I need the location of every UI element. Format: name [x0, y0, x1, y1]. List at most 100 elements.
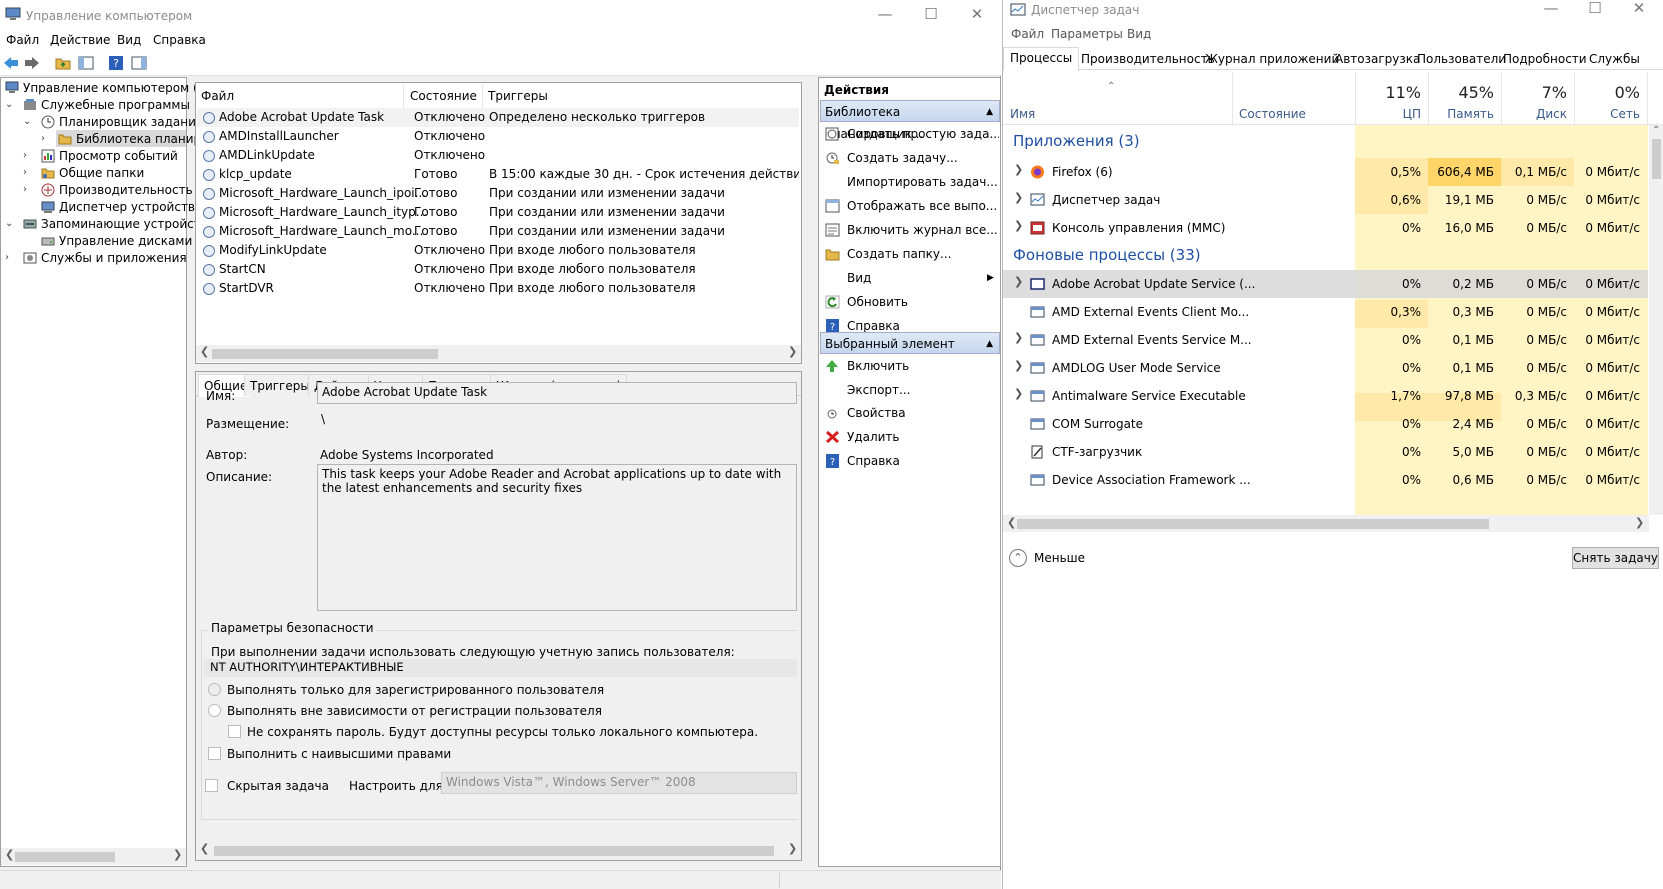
scroll-right-icon[interactable]: ❯ [788, 842, 797, 855]
process-row[interactable]: COM Surrogate 0% 2,4 МБ 0 МБ/с 0 Мбит/с [1003, 410, 1648, 438]
column-name[interactable]: Имя [1010, 107, 1035, 121]
section-scheduler-library[interactable]: Библиотека планировщик... ▲ [820, 100, 1000, 141]
menu-file[interactable]: Файл [1011, 27, 1044, 41]
tree-item-computer-management[interactable]: Управление компьютером (л [3, 79, 205, 97]
table-row[interactable]: StartCN Отключено При входе любого пользов… [197, 260, 799, 279]
action-new-folder[interactable]: Создать папку... [819, 243, 999, 265]
scroll-left-icon[interactable]: ❮ [5, 848, 14, 861]
menu-action[interactable]: Действие [50, 33, 110, 47]
scroll-up-icon[interactable]: ⌃ [1652, 125, 1660, 136]
radio-whether-logged-on[interactable] [208, 704, 221, 717]
scroll-left-icon[interactable]: ❮ [1007, 516, 1016, 529]
scroll-right-icon[interactable]: ❯ [173, 848, 182, 861]
action-properties[interactable]: Свойства [819, 402, 999, 424]
table-row[interactable]: Adobe Acrobat Update Task Отключено Опреде… [197, 108, 799, 127]
menu-view[interactable]: Вид [1127, 27, 1151, 41]
name-field[interactable]: Adobe Acrobat Update Task [317, 382, 797, 404]
tab-services[interactable]: Службы [1583, 49, 1646, 70]
show-tree-icon[interactable] [78, 55, 94, 71]
chevron-down-icon[interactable]: ⌄ [5, 215, 17, 233]
configure-for-select[interactable]: Windows Vista™, Windows Server™ 2008 [441, 772, 797, 794]
process-row[interactable]: ❯ Диспетчер задач 0,6% 19,1 МБ 0 МБ/с 0 … [1003, 186, 1648, 214]
column-header-state[interactable]: Состояние [410, 89, 477, 103]
action-view[interactable]: Вид ▶ [819, 267, 999, 289]
process-row[interactable]: ❯ Antimalware Service Executable 1,7% 97… [1003, 382, 1648, 410]
tree-item-shared-folders[interactable]: › Общие папки [3, 164, 185, 182]
process-row[interactable]: ❯ Консоль управления (MMC) 0% 16,0 МБ 0 … [1003, 214, 1648, 242]
column-memory[interactable]: Память [1428, 107, 1494, 121]
scroll-left-icon[interactable]: ❮ [200, 345, 209, 358]
column-status[interactable]: Состояние [1239, 107, 1306, 121]
scroll-thumb[interactable] [1652, 139, 1661, 179]
back-arrow-icon[interactable] [3, 56, 19, 70]
action-show-running-tasks[interactable]: Отображать все выпо... [819, 195, 999, 217]
action-create-basic-task[interactable]: Создать простую зада... [819, 123, 999, 145]
fewer-details-icon[interactable]: ⌃ [1009, 549, 1027, 567]
chevron-right-icon[interactable]: ❯ [1014, 219, 1023, 232]
maximize-button[interactable]: ☐ [1572, 0, 1618, 21]
tab-app-history[interactable]: Журнал приложений [1199, 49, 1345, 70]
tree-item-utilities[interactable]: ⌄ Служебные программы [3, 96, 190, 114]
table-row[interactable]: AMDInstallLauncher Отключено [197, 127, 799, 146]
details-hscrollbar[interactable]: ❮ ❯ [196, 842, 801, 859]
maximize-button[interactable]: ☐ [908, 0, 954, 31]
tree-item-device-manager[interactable]: Диспетчер устройств [3, 198, 195, 216]
minimize-button[interactable]: — [1528, 0, 1574, 21]
tab-processes[interactable]: Процессы [1003, 47, 1080, 71]
close-button[interactable]: ✕ [1616, 0, 1662, 21]
menu-options[interactable]: Параметры [1051, 27, 1123, 41]
close-button[interactable]: ✕ [954, 0, 1000, 31]
column-disk[interactable]: Диск [1501, 107, 1567, 121]
table-row[interactable]: klcp_update Готово В 15:00 каждые 30 дн. -… [197, 165, 799, 184]
action-delete[interactable]: Удалить [819, 426, 999, 448]
chevron-down-icon[interactable]: ⌄ [23, 113, 35, 131]
radio-whether-logged-on-label[interactable]: Выполнять вне зависимости от регистрации… [227, 704, 602, 718]
chevron-right-icon[interactable]: › [23, 164, 35, 182]
tree-item-scheduler-library[interactable]: › Библиотека планир [3, 130, 201, 148]
up-folder-icon[interactable] [55, 55, 71, 71]
process-row[interactable]: ❯ AMD External Events Service M... 0% 0,… [1003, 326, 1648, 354]
table-row[interactable]: Microsoft_Hardware_Launch_ityp... Готово П… [197, 203, 799, 222]
chevron-right-icon[interactable]: › [5, 249, 17, 267]
chevron-right-icon[interactable]: ❯ [1014, 387, 1023, 400]
table-row[interactable]: AMDLinkUpdate Отключено [197, 146, 799, 165]
minimize-button[interactable]: — [862, 0, 908, 31]
radio-logged-on-only[interactable] [208, 683, 221, 696]
chevron-right-icon[interactable]: ❯ [1014, 163, 1023, 176]
tab-triggers[interactable]: Триггеры [244, 374, 316, 396]
checkbox-hidden-label[interactable]: Скрытая задача [227, 779, 329, 793]
group-background[interactable]: Фоновые процессы (33) [1013, 246, 1201, 264]
column-header-triggers[interactable]: Триггеры [488, 89, 548, 103]
column-header-file[interactable]: Файл [201, 89, 234, 103]
scroll-right-icon[interactable]: ❯ [1635, 516, 1644, 529]
chevron-right-icon[interactable]: › [23, 181, 35, 199]
action-enable[interactable]: Включить [819, 355, 999, 377]
chevron-right-icon[interactable]: ❯ [1014, 275, 1023, 288]
scroll-thumb[interactable] [1017, 519, 1489, 529]
process-row[interactable]: CTF-загрузчик 0% 5,0 МБ 0 МБ/с 0 Мбит/с [1003, 438, 1648, 466]
tree-item-disk-management[interactable]: Управление дисками [3, 232, 192, 250]
tree-item-task-scheduler[interactable]: ⌄ Планировщик заданий [3, 113, 204, 131]
tab-details[interactable]: Подробности [1497, 49, 1593, 70]
chevron-right-icon[interactable]: ❯ [1014, 331, 1023, 344]
collapse-up-icon[interactable]: ▲ [986, 333, 993, 355]
checkbox-do-not-store-password[interactable] [228, 725, 241, 738]
action-export[interactable]: Экспорт... [819, 379, 999, 401]
tree-item-storage[interactable]: ⌄ Запоминающие устройст [3, 215, 201, 233]
show-actions-icon[interactable] [131, 55, 147, 71]
table-row[interactable]: StartDVR Отключено При входе любого пользо… [197, 279, 799, 298]
description-field[interactable]: This task keeps your Adobe Reader and Ac… [317, 464, 797, 611]
table-row[interactable]: Microsoft_Hardware_Launch_mo... Готово При… [197, 222, 799, 241]
fewer-details-link[interactable]: Меньше [1034, 551, 1085, 565]
collapse-up-icon[interactable]: ▲ [986, 101, 993, 123]
process-row[interactable]: AMD External Events Client Mo... 0,3% 0,… [1003, 298, 1648, 326]
action-create-task[interactable]: Создать задачу... [819, 147, 999, 169]
tree-hscrollbar[interactable]: ❮ ❯ [1, 848, 186, 865]
action-enable-history[interactable]: Включить журнал все... [819, 219, 999, 241]
scroll-thumb[interactable] [212, 349, 438, 359]
tree-item-event-viewer[interactable]: › Просмотр событий [3, 147, 185, 165]
table-row[interactable]: Microsoft_Hardware_Launch_ipoi... Готово П… [197, 184, 799, 203]
table-row[interactable]: ModifyLinkUpdate Отключено При входе любог… [197, 241, 799, 260]
process-vscrollbar[interactable]: ⌃ [1649, 125, 1663, 515]
process-row[interactable]: Device Association Framework ... 0% 0,6 … [1003, 466, 1648, 494]
